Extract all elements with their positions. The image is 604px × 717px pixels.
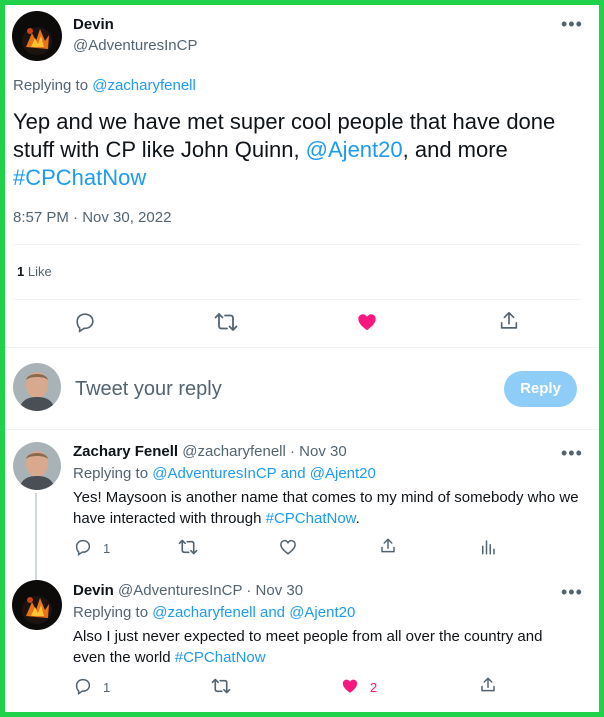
more-options-icon[interactable]: ••• <box>561 15 583 33</box>
reply-replying-to: Replying to @AdventuresInCP and @Ajent20 <box>73 465 376 482</box>
divider <box>13 244 581 245</box>
author-name[interactable]: Devin <box>73 16 114 33</box>
replying-to-label: Replying to <box>73 465 149 482</box>
hashtag-link[interactable]: #CPChatNow <box>266 510 356 527</box>
reply-text-segment: . <box>355 510 360 527</box>
reply-replying-to: Replying to @zacharyfenell and @Ajent20 <box>73 604 355 621</box>
share-icon[interactable] <box>498 310 520 332</box>
reply-author-name[interactable]: Zachary Fenell <box>73 443 178 460</box>
reply-header: Zachary Fenell @zacharyfenell · Nov 30 <box>73 443 347 460</box>
reply-meta[interactable]: @AdventuresInCP · Nov 30 <box>118 582 303 599</box>
reply-text: Yes! Maysoon is another name that comes … <box>73 487 593 529</box>
reply-text-line-1: Yes! Maysoon is another name that comes … <box>73 489 579 506</box>
reply-text-line-2: even the world #CPChatNow <box>73 647 593 668</box>
heart-icon[interactable] <box>279 538 297 556</box>
hashtag-link[interactable]: #CPChatNow <box>13 164 593 192</box>
divider <box>5 347 599 348</box>
reply-input[interactable]: Tweet your reply <box>75 378 222 401</box>
reply-author-avatar[interactable] <box>12 580 62 630</box>
tweet-thread-panel: Devin @AdventuresInCP ••• Replying to @z… <box>5 5 599 712</box>
reply-text: Also I just never expected to meet peopl… <box>73 626 593 668</box>
tweet-text-segment: , and more <box>402 137 508 162</box>
tweet-text-line-2: stuff with CP like John Quinn, @Ajent20,… <box>13 136 593 164</box>
retweet-icon[interactable] <box>178 538 198 556</box>
reply-meta[interactable]: @zacharyfenell · Nov 30 <box>182 443 346 460</box>
tweet-timestamp[interactable]: 8:57 PM · Nov 30, 2022 <box>13 209 171 226</box>
reply-count: 1 <box>103 541 111 556</box>
retweet-icon[interactable] <box>214 311 238 333</box>
reply-count: 1 <box>103 680 111 695</box>
reply-text-line-2: have interacted with through #CPChatNow. <box>73 508 593 529</box>
reply-icon[interactable] <box>74 677 92 695</box>
heart-icon-liked[interactable] <box>341 677 359 695</box>
tweet-text: Yep and we have met super cool people th… <box>13 108 593 192</box>
devin-avatar[interactable] <box>12 11 62 61</box>
replying-to-user-link[interactable]: @zacharyfenell <box>92 77 196 94</box>
replying-to-label: Replying to <box>73 604 149 621</box>
divider <box>13 299 581 300</box>
divider <box>5 429 599 430</box>
analytics-icon[interactable] <box>479 538 497 556</box>
reply-text-segment: even the world <box>73 649 175 666</box>
likes-label: Like <box>27 264 52 279</box>
reply-author-name[interactable]: Devin <box>73 582 114 599</box>
replying-to-users-link[interactable]: @AdventuresInCP and @Ajent20 <box>152 465 376 482</box>
tweet-text-line-1: Yep and we have met super cool people th… <box>13 109 556 134</box>
author-handle[interactable]: @AdventuresInCP <box>73 37 197 54</box>
tweet-text-segment: stuff with CP like John Quinn, <box>13 137 306 162</box>
share-icon[interactable] <box>479 676 497 694</box>
reply-icon[interactable] <box>74 311 96 333</box>
heart-icon-liked[interactable] <box>356 311 378 333</box>
mention-link[interactable]: @Ajent20 <box>306 137 403 162</box>
reply-text-segment: have interacted with through <box>73 510 266 527</box>
replying-to-line: Replying to @zacharyfenell <box>13 77 196 94</box>
my-avatar[interactable] <box>13 363 61 411</box>
hashtag-link[interactable]: #CPChatNow <box>175 649 266 666</box>
reply-button[interactable]: Reply <box>504 371 577 407</box>
like-count: 2 <box>370 680 378 695</box>
reply-icon[interactable] <box>74 538 92 556</box>
likes-count: 1 <box>17 264 25 279</box>
reply-header: Devin @AdventuresInCP · Nov 30 <box>73 582 303 599</box>
reply-text-line-1: Also I just never expected to meet peopl… <box>73 628 543 645</box>
likes-count-row[interactable]: 1 Like <box>17 264 52 279</box>
replying-to-label: Replying to <box>13 77 89 94</box>
share-icon[interactable] <box>379 537 397 555</box>
more-options-icon[interactable]: ••• <box>561 444 583 462</box>
reply-button-label: Reply <box>520 380 561 397</box>
thread-connector-line <box>35 493 37 583</box>
reply-author-avatar[interactable] <box>13 442 61 490</box>
replying-to-users-link[interactable]: @zacharyfenell and @Ajent20 <box>152 604 355 621</box>
retweet-icon[interactable] <box>211 677 231 695</box>
more-options-icon[interactable]: ••• <box>561 583 583 601</box>
